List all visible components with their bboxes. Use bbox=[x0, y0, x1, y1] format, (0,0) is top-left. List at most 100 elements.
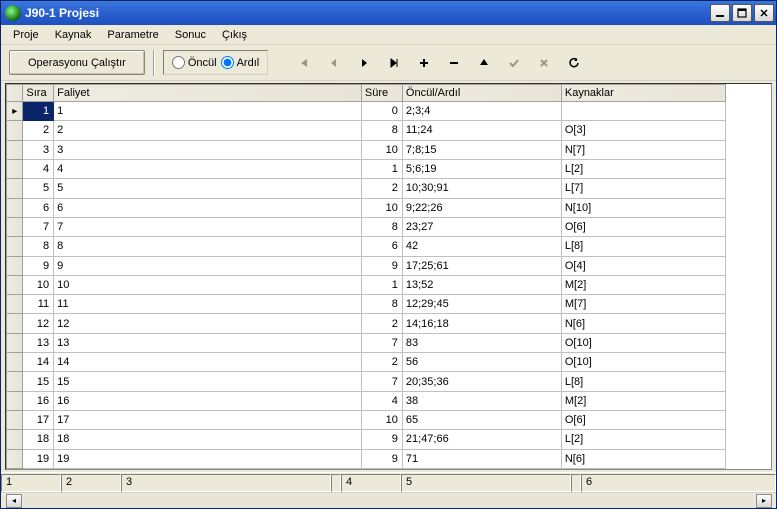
cell-kaynaklar[interactable]: O[4] bbox=[561, 256, 725, 275]
nav-delete-icon[interactable] bbox=[446, 55, 462, 71]
nav-insert-icon[interactable] bbox=[416, 55, 432, 71]
cell-faliyet[interactable]: 2 bbox=[54, 121, 362, 140]
cell-sure[interactable]: 2 bbox=[361, 179, 402, 198]
cell-oncul-ardil[interactable]: 71 bbox=[402, 449, 561, 468]
row-marker[interactable] bbox=[7, 372, 23, 391]
cell-kaynaklar[interactable]: N[6] bbox=[561, 314, 725, 333]
run-operation-button[interactable]: Operasyonu Çalıştır bbox=[9, 50, 145, 75]
cell-sure[interactable]: 8 bbox=[361, 295, 402, 314]
cell-sira[interactable]: 18 bbox=[23, 430, 54, 449]
header-sira[interactable]: Sıra bbox=[23, 85, 54, 102]
cell-sira[interactable]: 13 bbox=[23, 333, 54, 352]
cell-oncul-ardil[interactable]: 5;6;19 bbox=[402, 159, 561, 178]
cell-faliyet[interactable]: 10 bbox=[54, 275, 362, 294]
cell-kaynaklar[interactable]: N[7] bbox=[561, 140, 725, 159]
nav-cancel-icon[interactable] bbox=[536, 55, 552, 71]
row-marker[interactable] bbox=[7, 411, 23, 430]
cell-oncul-ardil[interactable]: 7;8;15 bbox=[402, 140, 561, 159]
table-row[interactable]: 1212214;16;18N[6] bbox=[7, 314, 726, 333]
menu-cikis[interactable]: Çıkış bbox=[214, 27, 255, 43]
table-row[interactable]: 88642L[8] bbox=[7, 237, 726, 256]
cell-faliyet[interactable]: 5 bbox=[54, 179, 362, 198]
cell-kaynaklar[interactable]: N[10] bbox=[561, 198, 725, 217]
cell-faliyet[interactable]: 9 bbox=[54, 256, 362, 275]
maximize-button[interactable] bbox=[732, 4, 752, 22]
cell-kaynaklar[interactable]: O[6] bbox=[561, 411, 725, 430]
close-button[interactable] bbox=[754, 4, 774, 22]
cell-oncul-ardil[interactable]: 2;3;4 bbox=[402, 102, 561, 121]
header-oncul-ardil[interactable]: Öncül/Ardıl bbox=[402, 85, 561, 102]
cell-sure[interactable]: 2 bbox=[361, 314, 402, 333]
cell-sure[interactable]: 8 bbox=[361, 121, 402, 140]
cell-kaynaklar[interactable]: M[7] bbox=[561, 295, 725, 314]
table-row[interactable]: 1919971N[6] bbox=[7, 449, 726, 468]
cell-oncul-ardil[interactable]: 42 bbox=[402, 237, 561, 256]
menu-kaynak[interactable]: Kaynak bbox=[47, 27, 100, 43]
table-row[interactable]: 33107;8;15N[7] bbox=[7, 140, 726, 159]
scroll-track[interactable] bbox=[24, 494, 753, 508]
row-marker[interactable] bbox=[7, 353, 23, 372]
radio-ardil-input[interactable] bbox=[221, 56, 234, 69]
row-marker[interactable] bbox=[7, 391, 23, 410]
menu-proje[interactable]: Proje bbox=[5, 27, 47, 43]
cell-sira[interactable]: 14 bbox=[23, 353, 54, 372]
cell-kaynaklar[interactable]: M[2] bbox=[561, 391, 725, 410]
cell-faliyet[interactable]: 15 bbox=[54, 372, 362, 391]
cell-sira[interactable]: 3 bbox=[23, 140, 54, 159]
table-row[interactable]: 22811;24O[3] bbox=[7, 121, 726, 140]
cell-kaynaklar[interactable]: O[3] bbox=[561, 121, 725, 140]
cell-sure[interactable]: 8 bbox=[361, 217, 402, 236]
cell-kaynaklar[interactable] bbox=[561, 102, 725, 121]
cell-faliyet[interactable]: 17 bbox=[54, 411, 362, 430]
cell-faliyet[interactable]: 3 bbox=[54, 140, 362, 159]
cell-sira[interactable]: 7 bbox=[23, 217, 54, 236]
row-marker[interactable] bbox=[7, 121, 23, 140]
cell-sira[interactable]: 12 bbox=[23, 314, 54, 333]
cell-sira[interactable]: 5 bbox=[23, 179, 54, 198]
table-row[interactable]: 1616438M[2] bbox=[7, 391, 726, 410]
cell-sira[interactable]: 16 bbox=[23, 391, 54, 410]
cell-kaynaklar[interactable]: O[10] bbox=[561, 353, 725, 372]
row-marker[interactable] bbox=[7, 198, 23, 217]
minimize-button[interactable] bbox=[710, 4, 730, 22]
table-row[interactable]: 1818921;47;66L[2] bbox=[7, 430, 726, 449]
table-row[interactable]: 1111812;29;45M[7] bbox=[7, 295, 726, 314]
cell-oncul-ardil[interactable]: 9;22;26 bbox=[402, 198, 561, 217]
cell-kaynaklar[interactable]: N[6] bbox=[561, 449, 725, 468]
menu-parametre[interactable]: Parametre bbox=[99, 27, 166, 43]
row-marker[interactable] bbox=[7, 314, 23, 333]
cell-sure[interactable]: 6 bbox=[361, 237, 402, 256]
cell-sira[interactable]: 10 bbox=[23, 275, 54, 294]
table-row[interactable]: 1414256O[10] bbox=[7, 353, 726, 372]
cell-kaynaklar[interactable]: L[8] bbox=[561, 237, 725, 256]
cell-faliyet[interactable]: 1 bbox=[54, 102, 362, 121]
header-sure[interactable]: Süre bbox=[361, 85, 402, 102]
cell-kaynaklar[interactable]: O[6] bbox=[561, 217, 725, 236]
cell-oncul-ardil[interactable]: 21;47;66 bbox=[402, 430, 561, 449]
table-row[interactable]: 17171065O[6] bbox=[7, 411, 726, 430]
cell-sira[interactable]: 9 bbox=[23, 256, 54, 275]
cell-faliyet[interactable]: 8 bbox=[54, 237, 362, 256]
cell-faliyet[interactable]: 7 bbox=[54, 217, 362, 236]
header-faliyet[interactable]: Faliyet bbox=[54, 85, 362, 102]
row-marker[interactable] bbox=[7, 217, 23, 236]
radio-oncul-input[interactable] bbox=[172, 56, 185, 69]
row-marker[interactable] bbox=[7, 102, 23, 121]
cell-sira[interactable]: 8 bbox=[23, 237, 54, 256]
cell-faliyet[interactable]: 11 bbox=[54, 295, 362, 314]
cell-oncul-ardil[interactable]: 20;35;36 bbox=[402, 372, 561, 391]
cell-sira[interactable]: 11 bbox=[23, 295, 54, 314]
table-row[interactable]: 99917;25;61O[4] bbox=[7, 256, 726, 275]
menu-sonuc[interactable]: Sonuc bbox=[167, 27, 214, 43]
cell-sure[interactable]: 2 bbox=[361, 353, 402, 372]
row-marker[interactable] bbox=[7, 237, 23, 256]
table-row[interactable]: 4415;6;19L[2] bbox=[7, 159, 726, 178]
data-grid[interactable]: Sıra Faliyet Süre Öncül/Ardıl Kaynaklar … bbox=[6, 84, 726, 469]
radio-ardil[interactable]: Ardıl bbox=[221, 56, 260, 69]
cell-sira[interactable]: 4 bbox=[23, 159, 54, 178]
table-row[interactable]: 1010113;52M[2] bbox=[7, 275, 726, 294]
cell-kaynaklar[interactable]: L[8] bbox=[561, 372, 725, 391]
cell-sure[interactable]: 9 bbox=[361, 256, 402, 275]
scroll-left-icon[interactable]: ◂ bbox=[6, 494, 22, 508]
cell-oncul-ardil[interactable]: 17;25;61 bbox=[402, 256, 561, 275]
